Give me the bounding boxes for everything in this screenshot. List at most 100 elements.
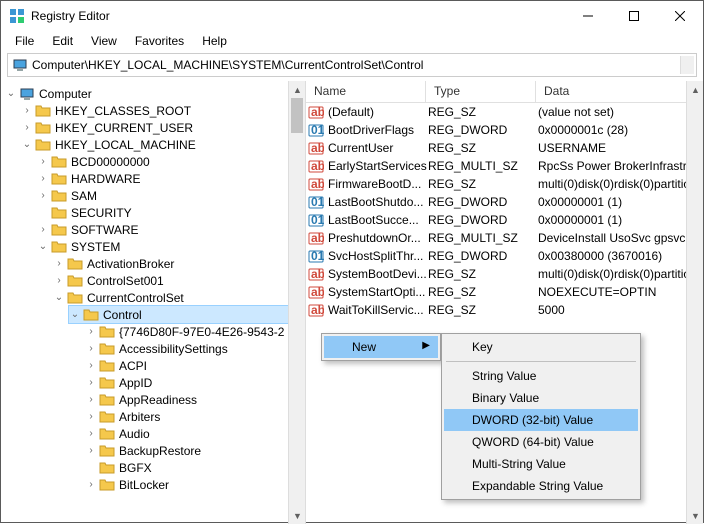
value-row[interactable]: abWaitToKillServic...REG_SZ5000 [306, 301, 703, 319]
col-name[interactable]: Name [306, 81, 426, 102]
computer-icon [12, 57, 28, 73]
ctx-binary[interactable]: Binary Value [444, 387, 638, 409]
tree-hkcu[interactable]: ›HKEY_CURRENT_USER [21, 119, 305, 136]
caret-icon[interactable]: ⌄ [53, 292, 65, 303]
menu-help[interactable]: Help [194, 32, 235, 50]
caret-icon[interactable]: › [53, 258, 65, 269]
value-row[interactable]: 011BootDriverFlagsREG_DWORD0x0000001c (2… [306, 121, 703, 139]
caret-icon[interactable]: › [53, 275, 65, 286]
folder-icon [51, 205, 67, 221]
caret-icon[interactable]: › [37, 173, 49, 184]
address-bar[interactable] [7, 53, 697, 77]
ctx-key[interactable]: Key [444, 336, 638, 358]
values-panel: Name Type Data ab(Default)REG_SZ(value n… [306, 81, 703, 524]
tree-controlset001[interactable]: ›ControlSet001 [53, 272, 305, 289]
scroll-down-icon[interactable]: ▼ [687, 507, 703, 524]
value-row[interactable]: abCurrentUserREG_SZUSERNAME [306, 139, 703, 157]
svg-text:011: 011 [311, 123, 324, 137]
ctx-qword[interactable]: QWORD (64-bit) Value [444, 431, 638, 453]
caret-icon[interactable]: › [85, 411, 97, 422]
caret-icon[interactable]: › [85, 377, 97, 388]
value-row[interactable]: abSystemStartOpti...REG_SZ NOEXECUTE=OPT… [306, 283, 703, 301]
value-name: SystemBootDevi... [328, 267, 428, 281]
tree-item[interactable]: ›BitLocker [85, 476, 305, 493]
caret-icon[interactable]: › [37, 224, 49, 235]
folder-icon [83, 307, 99, 323]
caret-icon[interactable]: › [85, 394, 97, 405]
tree-currentcontrolset[interactable]: ⌄CurrentControlSet [53, 289, 305, 306]
tree-item[interactable]: ›AppID [85, 374, 305, 391]
value-row[interactable]: abPreshutdownOr...REG_MULTI_SZDeviceInst… [306, 229, 703, 247]
value-row[interactable]: abSystemBootDevi...REG_SZmulti(0)disk(0)… [306, 265, 703, 283]
tree-hklm[interactable]: ⌄HKEY_LOCAL_MACHINE [21, 136, 305, 153]
value-row[interactable]: 011SvcHostSplitThr...REG_DWORD0x00380000… [306, 247, 703, 265]
caret-icon[interactable]: › [21, 122, 33, 133]
menu-favorites[interactable]: Favorites [127, 32, 192, 50]
folder-icon [35, 137, 51, 153]
tree-item[interactable]: ›{7746D80F-97E0-4E26-9543-2 [85, 323, 305, 340]
caret-icon[interactable]: › [85, 326, 97, 337]
tree-item[interactable]: ›Arbiters [85, 408, 305, 425]
ctx-expand[interactable]: Expandable String Value [444, 475, 638, 497]
maximize-button[interactable] [611, 1, 657, 31]
value-row[interactable]: 011LastBootSucce...REG_DWORD0x00000001 (… [306, 211, 703, 229]
value-row[interactable]: abFirmwareBootD...REG_SZmulti(0)disk(0)r… [306, 175, 703, 193]
address-input[interactable] [32, 58, 692, 72]
scroll-thumb[interactable] [291, 98, 303, 133]
tree-sam[interactable]: ›SAM [37, 187, 305, 204]
value-name: CurrentUser [328, 141, 428, 155]
tree-bcd[interactable]: ›BCD00000000 [37, 153, 305, 170]
caret-icon[interactable]: › [37, 156, 49, 167]
ctx-dword[interactable]: DWORD (32-bit) Value [444, 409, 638, 431]
tree-item[interactable]: ›Audio [85, 425, 305, 442]
menu-view[interactable]: View [83, 32, 125, 50]
minimize-button[interactable] [565, 1, 611, 31]
close-button[interactable] [657, 1, 703, 31]
ctx-multi[interactable]: Multi-String Value [444, 453, 638, 475]
tree-software[interactable]: ›SOFTWARE [37, 221, 305, 238]
tree-item[interactable]: ›BGFX [85, 459, 305, 476]
col-data[interactable]: Data [536, 81, 703, 102]
value-row[interactable]: ab(Default)REG_SZ(value not set) [306, 103, 703, 121]
caret-icon[interactable]: › [85, 360, 97, 371]
menu-file[interactable]: File [7, 32, 42, 50]
ctx-string[interactable]: String Value [444, 365, 638, 387]
tree-item[interactable]: ›BackupRestore [85, 442, 305, 459]
tree-security[interactable]: ›SECURITY [37, 204, 305, 221]
values-scrollbar[interactable]: ▲ ▼ [686, 81, 703, 524]
scroll-down-icon[interactable]: ▼ [289, 507, 306, 524]
caret-icon[interactable]: › [85, 479, 97, 490]
tree-activationbroker[interactable]: ›ActivationBroker [53, 255, 305, 272]
col-type[interactable]: Type [426, 81, 536, 102]
tree-item[interactable]: ›AppReadiness [85, 391, 305, 408]
tree-hardware[interactable]: ›HARDWARE [37, 170, 305, 187]
menu-edit[interactable]: Edit [44, 32, 81, 50]
caret-icon[interactable]: › [85, 445, 97, 456]
ctx-new[interactable]: New ▶ [324, 336, 438, 358]
address-dropdown[interactable] [680, 56, 694, 74]
caret-icon[interactable]: ⌄ [37, 241, 49, 252]
tree-panel: ⌄ Computer ›HKEY_CLASSES_ROOT ›HKEY_CURR… [1, 81, 306, 524]
tree-item[interactable]: ›ACPI [85, 357, 305, 374]
caret-icon[interactable]: ⌄ [69, 309, 81, 320]
scroll-up-icon[interactable]: ▲ [687, 81, 703, 98]
tree-computer[interactable]: ⌄ Computer [5, 85, 305, 102]
caret-icon[interactable]: › [37, 190, 49, 201]
caret-icon[interactable]: › [85, 428, 97, 439]
value-row[interactable]: 011LastBootShutdo...REG_DWORD0x00000001 … [306, 193, 703, 211]
value-type: REG_DWORD [428, 249, 538, 263]
tree-item[interactable]: ›AccessibilitySettings [85, 340, 305, 357]
tree-system[interactable]: ⌄SYSTEM [37, 238, 305, 255]
value-row[interactable]: abEarlyStartServicesREG_MULTI_SZRpcSs Po… [306, 157, 703, 175]
caret-icon[interactable]: ⌄ [21, 139, 33, 150]
caret-icon[interactable]: ⌄ [5, 88, 17, 99]
svg-text:ab: ab [311, 141, 324, 155]
tree-control[interactable]: ⌄Control [69, 306, 305, 323]
caret-icon[interactable]: › [21, 105, 33, 116]
tree-hkcr[interactable]: ›HKEY_CLASSES_ROOT [21, 102, 305, 119]
tree-scrollbar[interactable]: ▲ ▼ [288, 81, 305, 524]
caret-icon[interactable]: › [85, 343, 97, 354]
folder-icon [67, 290, 83, 306]
scroll-up-icon[interactable]: ▲ [289, 81, 306, 98]
window-title: Registry Editor [31, 9, 565, 23]
